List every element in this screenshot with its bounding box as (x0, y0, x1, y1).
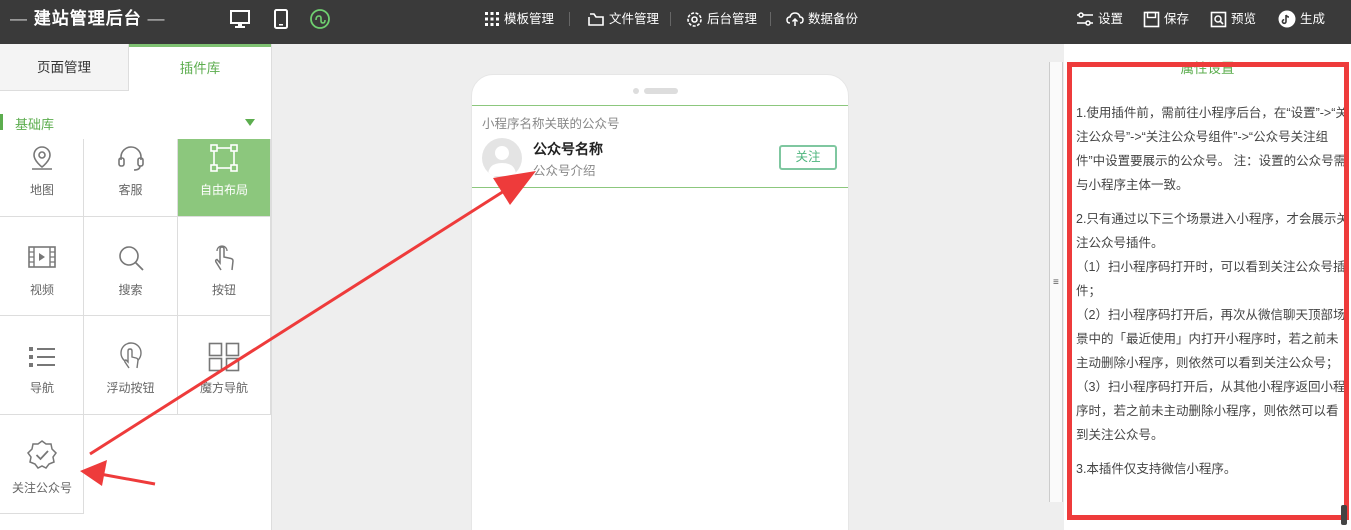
desktop-icon[interactable] (229, 8, 251, 30)
annotation-highlight-box (1067, 62, 1349, 520)
mobile-icon[interactable] (270, 8, 292, 30)
action-label: 保存 (1164, 12, 1190, 26)
chevron-down-icon (245, 119, 255, 126)
action-save[interactable]: 保存 (1143, 9, 1189, 29)
menu-data-backup[interactable]: 数据备份 (786, 9, 858, 29)
plugin-button[interactable]: 按钮 (178, 217, 271, 316)
tab-plugin-library[interactable]: 插件库 (129, 44, 271, 91)
panel-tabs: 页面管理 插件库 (0, 44, 271, 91)
search-icon (118, 246, 144, 271)
library-accent-bar (0, 114, 3, 130)
headset-icon (117, 146, 144, 171)
menu-label: 文件管理 (609, 12, 660, 26)
plugin-cube-navigation[interactable]: 魔方导航 (178, 316, 271, 415)
action-label: 生成 (1300, 12, 1326, 26)
plugin-label: 地图 (29, 183, 54, 197)
brand-dash-left: — (10, 9, 28, 28)
divider (670, 12, 671, 26)
gear-icon (687, 11, 702, 27)
action-label: 设置 (1098, 12, 1124, 26)
folder-icon (588, 13, 604, 26)
plugin-label: 浮动按钮 (106, 381, 155, 395)
library-title: 基础库 (15, 117, 55, 132)
plugin-video[interactable]: 视频 (0, 217, 84, 316)
tab-page-manage[interactable]: 页面管理 (0, 44, 129, 91)
cloud-upload-icon (786, 12, 804, 26)
list-icon (29, 347, 55, 367)
cube-nav-icon (208, 342, 240, 372)
plugin-navigation[interactable]: 导航 (0, 316, 84, 415)
tap-icon (214, 245, 234, 271)
plugin-label: 自由布局 (199, 183, 248, 197)
splitter-grip-icon: ≡ (1053, 277, 1059, 288)
divider (770, 12, 771, 26)
card-hint: 小程序名称关联的公众号 (482, 117, 620, 131)
sliders-icon (1077, 12, 1093, 26)
plugin-label: 导航 (29, 381, 54, 395)
account-intro: 公众号介绍 (533, 164, 596, 178)
phone-speaker (644, 88, 678, 94)
plugin-free-layout[interactable]: 自由布局 (178, 139, 271, 217)
plugin-label: 魔方导航 (199, 381, 248, 395)
top-bar: — 建站管理后台 — 模板管理 文件管理 后台管理 数据备份 设置 保存 预览 … (0, 0, 1351, 44)
verified-badge-icon (27, 440, 57, 469)
plugin-label: 搜索 (118, 283, 143, 297)
brand-dash-right: — (147, 9, 166, 28)
library-header[interactable]: 基础库 (0, 110, 271, 136)
scrollbar-thumb[interactable] (1341, 505, 1347, 525)
menu-template-manage[interactable]: 模板管理 (484, 9, 554, 29)
preview-icon (1210, 11, 1227, 27)
official-account-card[interactable]: 小程序名称关联的公众号 公众号名称 公众号介绍 关注 (472, 105, 848, 188)
action-preview[interactable]: 预览 (1210, 9, 1256, 29)
tiktok-icon (1278, 10, 1296, 28)
map-pin-icon (32, 146, 52, 170)
plugin-label: 按钮 (211, 283, 236, 297)
follow-button[interactable]: 关注 (779, 145, 837, 170)
grid-icon (485, 12, 499, 26)
phone-preview: 小程序名称关联的公众号 公众号名称 公众号介绍 关注 (471, 74, 849, 530)
plugin-panel: 页面管理 插件库 基础库 地图 客服 自由布局 视频 搜索 按钮 导航 浮动按钮… (0, 44, 272, 530)
plugin-search[interactable]: 搜索 (84, 217, 178, 316)
menu-label: 后台管理 (707, 12, 758, 26)
float-button-icon (119, 342, 142, 369)
plugin-map[interactable]: 地图 (0, 139, 84, 217)
free-layout-icon (210, 144, 238, 172)
brand-title: — 建站管理后台 — (10, 0, 165, 38)
plugin-customer-service[interactable]: 客服 (84, 139, 178, 217)
avatar-placeholder-icon (488, 146, 516, 176)
panel-splitter[interactable]: ≡ (1049, 62, 1063, 502)
avatar (482, 138, 522, 178)
action-settings[interactable]: 设置 (1076, 9, 1123, 29)
phone-camera (633, 88, 639, 94)
menu-file-manage[interactable]: 文件管理 (587, 9, 659, 29)
plugin-follow-official-account[interactable]: 关注公众号 (0, 415, 84, 514)
menu-label: 数据备份 (808, 12, 859, 26)
divider (569, 12, 570, 26)
miniprogram-icon[interactable] (309, 8, 331, 30)
video-icon (28, 246, 56, 268)
action-label: 预览 (1231, 12, 1257, 26)
menu-admin-manage[interactable]: 后台管理 (686, 9, 757, 29)
plugin-label: 关注公众号 (11, 481, 72, 495)
account-name: 公众号名称 (533, 141, 603, 157)
action-generate[interactable]: 生成 (1278, 9, 1325, 29)
plugin-label: 视频 (29, 283, 54, 297)
plugin-label: 客服 (118, 183, 143, 197)
plugin-float-button[interactable]: 浮动按钮 (84, 316, 178, 415)
menu-label: 模板管理 (504, 12, 555, 26)
brand-text: 建站管理后台 (33, 9, 142, 28)
save-icon (1143, 11, 1160, 27)
